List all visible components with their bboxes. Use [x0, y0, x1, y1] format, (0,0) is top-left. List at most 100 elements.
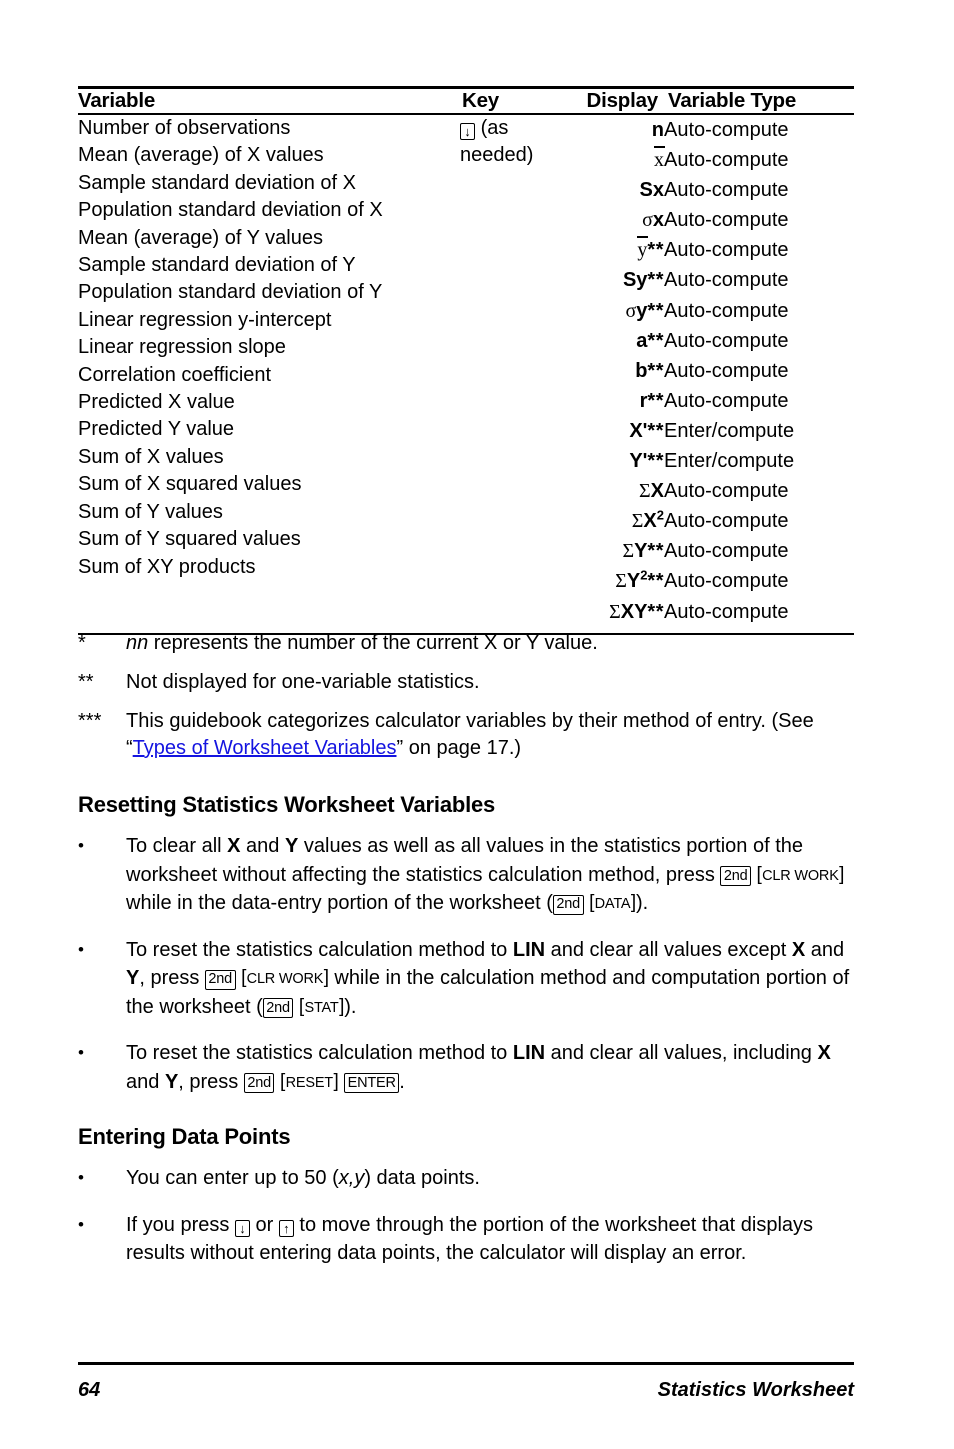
resetting-heading: Resetting Statistics Worksheet Variables [78, 792, 496, 817]
entering-data-points-heading: Entering Data Points [78, 1124, 291, 1149]
variable-type: Auto-compute [664, 540, 789, 563]
bullet-text-part: To reset the statistics calculation meth… [126, 1042, 513, 1064]
types-of-worksheet-variables-link[interactable]: Types of Worksheet Variables [133, 737, 397, 759]
display-symbol: x [568, 145, 665, 175]
footnote-text: nn represents the number of the current … [126, 630, 854, 657]
variable-type: Auto-compute [664, 209, 789, 232]
var-x-bold: X [817, 1042, 831, 1064]
variables-table: Variable Key Display Variable Type [78, 89, 854, 113]
page-footer: 64 Statistics Worksheet [78, 1362, 854, 1402]
variable-type-column: Auto-compute Auto-compute Auto-compute A… [664, 115, 854, 627]
entry-bullet-1-text: You can enter up to 50 (x,y) data points… [126, 1164, 854, 1193]
header-variable-type: Variable Type [668, 89, 797, 112]
footnote-italic-term: nn [126, 632, 149, 654]
variable-type: Auto-compute [664, 570, 789, 593]
entry-bullet-1: • You can enter up to 50 (x,y) data poin… [78, 1164, 854, 1193]
display-symbol: Y'** [629, 450, 664, 473]
key-2nd-icon: 2nd [243, 1073, 275, 1093]
key-2nd-icon: 2nd [262, 998, 294, 1018]
variable-type: Auto-compute [664, 179, 789, 202]
bullet-text-part: . [399, 1070, 405, 1093]
key-clr-work-icon: CLR WORK [757, 865, 845, 885]
key-stat-icon: STAT [299, 997, 344, 1017]
reset-bullet-1: • To clear all X and Y values as well as… [78, 832, 854, 918]
display-symbol: Sx [639, 179, 664, 202]
reset-bullet-3-text: To reset the statistics calculation meth… [126, 1039, 854, 1096]
variable-type: Auto-compute [664, 119, 789, 141]
down-arrow-key-icon: ↓ [460, 123, 475, 140]
variable-type: Auto-compute [664, 389, 789, 412]
variable-name: Sum of Y values [78, 500, 223, 523]
display-symbol: ΣY** [622, 540, 664, 563]
header-variable: Variable [78, 89, 156, 112]
entry-bullet-2: • If you press ↓ or ↑ to move through th… [78, 1211, 854, 1268]
display-symbol: Sy** [622, 269, 664, 292]
bullet-text-part: ). [635, 892, 649, 914]
reset-bullet-3: • To reset the statistics calculation me… [78, 1039, 854, 1096]
display-symbol: ΣX2 [631, 507, 664, 533]
bullet-text-part: To reset the statistics calculation meth… [126, 938, 513, 961]
footnote-rest: represents the number of the current X o… [148, 632, 598, 654]
resetting-section: Resetting Statistics Worksheet Variables… [78, 792, 854, 1096]
display-symbol: y** [568, 235, 664, 265]
display-symbol: n [651, 119, 664, 141]
footnote-post: ” on page 17.) [396, 737, 522, 759]
key-clr-work-icon: CLR WORK [241, 969, 329, 989]
key-as-label: (as [480, 117, 509, 139]
footnote-single-star: * nn represents the number of the curren… [78, 630, 854, 657]
key-line-1: ↓ (as [460, 115, 568, 142]
variable-name: Population standard deviation of Y [78, 281, 383, 304]
bullet-text-part: You can enter up to 50 ( [126, 1167, 339, 1189]
footnote-marker: * [78, 632, 86, 654]
key-2nd-icon: 2nd [720, 866, 751, 886]
variable-type: Auto-compute [664, 600, 789, 623]
display-symbol: r** [639, 389, 664, 412]
display-column: n x Sx σx y** Sy** σy** a** b** r** X'**… [568, 115, 665, 627]
bullet-icon: • [78, 939, 84, 959]
variable-name: Sum of X squared values [78, 473, 302, 496]
footnote-text: This guidebook categorizes calculator va… [126, 708, 854, 762]
bullet-text-part: while in the data-entry portion of the w… [126, 892, 553, 914]
entry-bullet-2-text: If you press ↓ or ↑ to move through the … [126, 1211, 854, 1268]
variable-name: Mean (average) of X values [78, 144, 324, 167]
variable-type: Auto-compute [664, 269, 789, 292]
xy-italic: x,y [338, 1167, 365, 1189]
variable-name: Linear regression slope [78, 336, 286, 359]
up-arrow-key-icon: ↑ [278, 1219, 294, 1237]
footnote-double-star: ** Not displayed for one-variable statis… [78, 669, 854, 696]
bullet-text-part: , press [178, 1070, 244, 1093]
header-display: Display [586, 89, 658, 112]
variable-type: Auto-compute [664, 149, 789, 172]
footer-row: 64 Statistics Worksheet [78, 1379, 854, 1402]
lin-bold: LIN [512, 938, 546, 961]
display-symbol: ΣY2** [615, 567, 664, 593]
display-symbol: ΣX [639, 480, 664, 503]
reset-bullet-1-text: To clear all X and Y values as well as a… [126, 832, 854, 918]
bullet-text-part: To clear all [126, 835, 228, 857]
entering-data-points-section: Entering Data Points • You can enter up … [78, 1124, 854, 1268]
key-data-icon: DATA [589, 894, 636, 914]
bullet-text-part: and clear all values except [545, 938, 792, 961]
bullet-text-part: and clear all values, including [545, 1042, 818, 1064]
variable-name: Sum of XY products [78, 555, 256, 578]
page-number: 64 [78, 1378, 101, 1401]
variable-type: Enter/compute [664, 419, 795, 442]
bullet-text-part: and [240, 835, 285, 857]
var-x-bold: X [791, 938, 806, 961]
bullet-text-part: and [805, 938, 845, 961]
bullet-text-part: If you press [126, 1213, 235, 1236]
footnotes: * nn represents the number of the curren… [78, 630, 854, 774]
table-body-row: Number of observations Mean (average) of… [78, 115, 854, 627]
key-enter-icon: ENTER [344, 1073, 400, 1093]
variable-type: Auto-compute [664, 510, 789, 533]
footnote-triple-star: *** This guidebook categorizes calculato… [78, 708, 854, 762]
variable-name: Sum of X values [78, 445, 224, 468]
bullet-icon: • [78, 1043, 84, 1062]
variable-name: Sample standard deviation of Y [78, 254, 356, 277]
reset-bullet-2: • To reset the statistics calculation me… [78, 936, 854, 1022]
key-2nd-icon: 2nd [204, 969, 236, 990]
variable-name: Predicted X value [78, 391, 235, 414]
bullet-text-part: or [249, 1213, 279, 1236]
variable-name: Mean (average) of Y values [78, 226, 323, 249]
footnote-marker: *** [78, 710, 102, 732]
